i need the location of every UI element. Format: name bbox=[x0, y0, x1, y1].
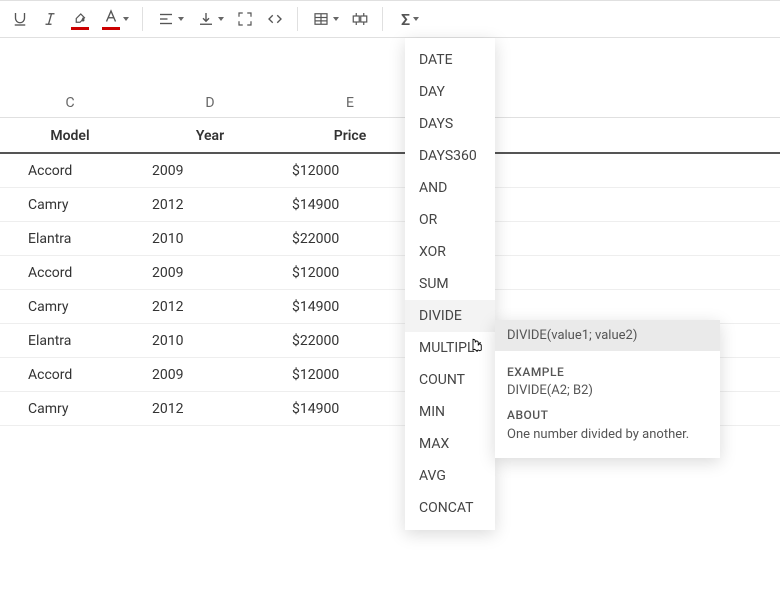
toolbar-separator bbox=[297, 7, 298, 31]
cell-price[interactable]: $22000 bbox=[280, 324, 420, 357]
underline-button[interactable] bbox=[6, 5, 34, 33]
cell-model[interactable]: Camry bbox=[0, 290, 140, 323]
function-item-max[interactable]: MAX bbox=[405, 428, 495, 460]
function-item-divide[interactable]: DIVIDE bbox=[405, 300, 495, 332]
tooltip-about-heading: ABOUT bbox=[507, 408, 708, 422]
cell-model[interactable]: Camry bbox=[0, 188, 140, 221]
cell-year[interactable]: 2010 bbox=[140, 222, 280, 255]
function-item-avg[interactable]: AVG bbox=[405, 460, 495, 492]
chevron-down-icon bbox=[333, 17, 339, 21]
cell-year[interactable]: 2012 bbox=[140, 290, 280, 323]
cell-model[interactable]: Elantra bbox=[0, 324, 140, 357]
function-item-and[interactable]: AND bbox=[405, 172, 495, 204]
tooltip-signature: DIVIDE(value1; value2) bbox=[495, 320, 720, 351]
cell-model[interactable]: Camry bbox=[0, 392, 140, 425]
formula-button[interactable]: Σ bbox=[391, 5, 429, 33]
cell-price[interactable]: $14900 bbox=[280, 392, 420, 425]
cell-model[interactable]: Accord bbox=[0, 256, 140, 289]
function-item-days360[interactable]: DAYS360 bbox=[405, 140, 495, 172]
function-item-xor[interactable]: XOR bbox=[405, 236, 495, 268]
cell-year[interactable]: 2010 bbox=[140, 324, 280, 357]
function-item-concat[interactable]: CONCAT bbox=[405, 492, 495, 524]
chevron-down-icon bbox=[123, 17, 129, 21]
table-header-cell[interactable]: Year bbox=[140, 118, 280, 152]
toolbar-separator bbox=[382, 7, 383, 31]
function-dropdown: DATEDAYDAYSDAYS360ANDORXORSUMDIVIDEMULTI… bbox=[405, 38, 495, 530]
cell-year[interactable]: 2009 bbox=[140, 154, 280, 187]
cell-price[interactable]: $12000 bbox=[280, 154, 420, 187]
cell-year[interactable]: 2012 bbox=[140, 188, 280, 221]
toolbar: Σ bbox=[0, 0, 780, 38]
function-item-days[interactable]: DAYS bbox=[405, 108, 495, 140]
table-row: Accord2009$12000 bbox=[0, 256, 780, 290]
function-item-or[interactable]: OR bbox=[405, 204, 495, 236]
function-item-multiply[interactable]: MULTIPLY bbox=[405, 332, 495, 364]
tooltip-example: DIVIDE(A2; B2) bbox=[507, 383, 708, 398]
tooltip-example-heading: EXAMPLE bbox=[507, 365, 708, 379]
vertical-align-button[interactable] bbox=[191, 5, 229, 33]
horizontal-align-button[interactable] bbox=[151, 5, 189, 33]
table-row: Elantra2010$22000 bbox=[0, 222, 780, 256]
chevron-down-icon bbox=[413, 17, 419, 21]
table-header-cell[interactable]: Price bbox=[280, 118, 420, 152]
table-header-row: Model Year Price bbox=[0, 118, 780, 154]
table-options-icon bbox=[351, 10, 369, 28]
table-header-cell[interactable]: Model bbox=[0, 118, 140, 152]
cell-price[interactable]: $22000 bbox=[280, 222, 420, 255]
cell-year[interactable]: 2012 bbox=[140, 392, 280, 425]
toolbar-separator bbox=[142, 7, 143, 31]
cell-price[interactable]: $14900 bbox=[280, 188, 420, 221]
cell-model[interactable]: Accord bbox=[0, 154, 140, 187]
function-item-min[interactable]: MIN bbox=[405, 396, 495, 428]
underline-icon bbox=[11, 10, 29, 28]
fill-color-icon bbox=[71, 8, 89, 30]
chevron-down-icon bbox=[178, 17, 184, 21]
function-tooltip: DIVIDE(value1; value2) EXAMPLE DIVIDE(A2… bbox=[495, 320, 720, 458]
cell-year[interactable]: 2009 bbox=[140, 256, 280, 289]
text-color-icon bbox=[102, 8, 120, 30]
code-button[interactable] bbox=[261, 5, 289, 33]
expand-button[interactable] bbox=[231, 5, 259, 33]
function-item-day[interactable]: DAY bbox=[405, 76, 495, 108]
fill-color-button[interactable] bbox=[66, 5, 94, 33]
table-row: Accord2009$12000 bbox=[0, 154, 780, 188]
column-header-row: C D E bbox=[0, 88, 780, 118]
cell-price[interactable]: $12000 bbox=[280, 358, 420, 391]
table-options-button[interactable] bbox=[346, 5, 374, 33]
insert-table-button[interactable] bbox=[306, 5, 344, 33]
formula-sum-icon: Σ bbox=[401, 10, 410, 29]
cell-price[interactable]: $12000 bbox=[280, 256, 420, 289]
tooltip-description: One number divided by another. bbox=[507, 426, 708, 444]
column-header[interactable]: D bbox=[140, 88, 280, 117]
cell-model[interactable]: Accord bbox=[0, 358, 140, 391]
code-icon bbox=[266, 10, 284, 28]
function-item-sum[interactable]: SUM bbox=[405, 268, 495, 300]
insert-table-icon bbox=[312, 10, 330, 28]
align-left-icon bbox=[157, 10, 175, 28]
table-row: Camry2012$14900 bbox=[0, 188, 780, 222]
text-color-button[interactable] bbox=[96, 5, 134, 33]
column-header[interactable]: E bbox=[280, 88, 420, 117]
expand-icon bbox=[236, 10, 254, 28]
chevron-down-icon bbox=[218, 17, 224, 21]
column-header[interactable]: C bbox=[0, 88, 140, 117]
italic-icon bbox=[41, 10, 59, 28]
function-item-count[interactable]: COUNT bbox=[405, 364, 495, 396]
cell-price[interactable]: $14900 bbox=[280, 290, 420, 323]
cell-model[interactable]: Elantra bbox=[0, 222, 140, 255]
table-row: Camry2012$14900 bbox=[0, 290, 780, 324]
vertical-align-bottom-icon bbox=[197, 10, 215, 28]
italic-button[interactable] bbox=[36, 5, 64, 33]
cell-year[interactable]: 2009 bbox=[140, 358, 280, 391]
function-item-date[interactable]: DATE bbox=[405, 44, 495, 76]
